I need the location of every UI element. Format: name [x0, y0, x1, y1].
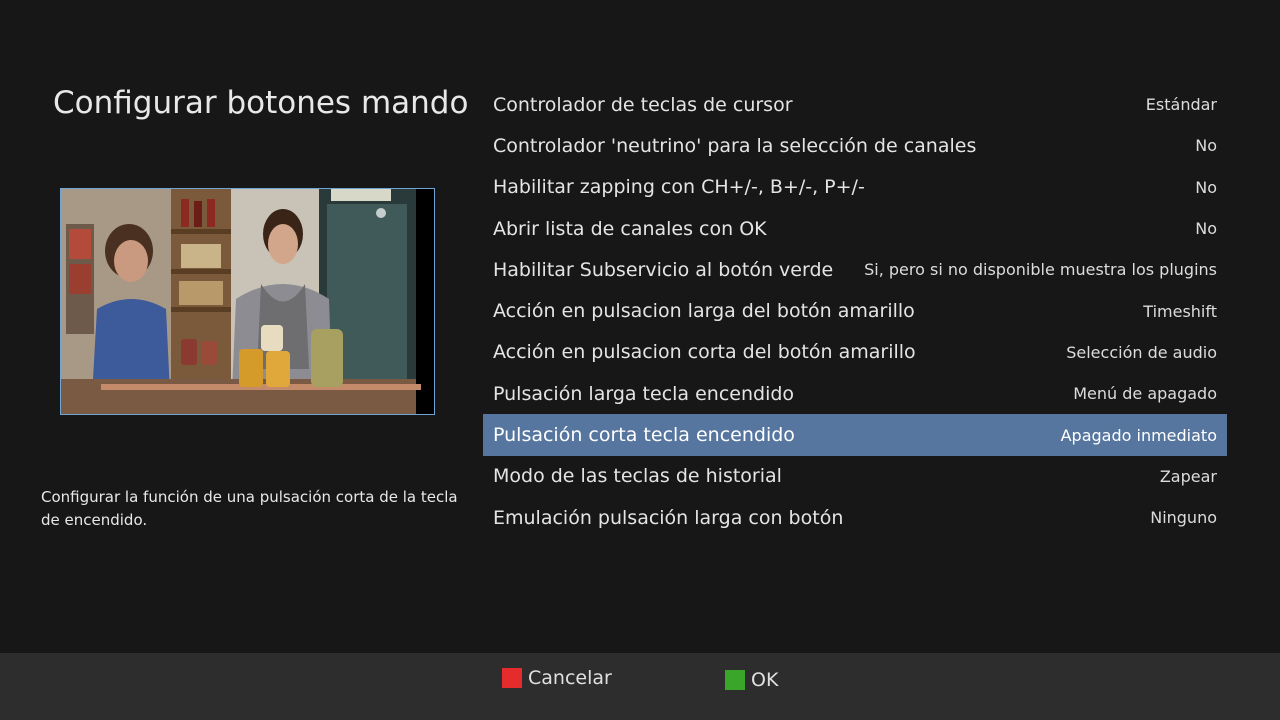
menu-item-channel-list-ok[interactable]: Abrir lista de canales con OK No [483, 208, 1227, 249]
red-key-icon [502, 668, 522, 688]
menu-item-neutrino-channel-selection[interactable]: Controlador 'neutrino' para la selección… [483, 125, 1227, 166]
menu-item-label: Controlador de teclas de cursor [493, 93, 793, 116]
tv-preview [60, 188, 435, 415]
cancel-button-label: Cancelar [528, 667, 612, 689]
menu-item-label: Emulación pulsación larga con botón [493, 506, 844, 529]
menu-item-green-subservice[interactable]: Habilitar Subservicio al botón verde Si,… [483, 249, 1227, 290]
menu-item-cursor-keys[interactable]: Controlador de teclas de cursor Estándar [483, 84, 1227, 125]
menu-item-label: Acción en pulsacion corta del botón amar… [493, 341, 916, 364]
menu-item-label: Pulsación larga tecla encendido [493, 382, 795, 405]
menu-item-value: No [1195, 219, 1217, 239]
tv-preview-image [61, 189, 434, 414]
menu-item-history-keys-mode[interactable]: Modo de las teclas de historial Zapear [483, 456, 1227, 497]
ok-button-label: OK [751, 669, 779, 691]
menu-item-label: Abrir lista de canales con OK [493, 217, 767, 240]
menu-item-value: No [1195, 136, 1217, 156]
menu-item-value: Zapear [1159, 466, 1217, 486]
menu-item-value: Menú de apagado [1073, 384, 1217, 404]
cancel-button[interactable]: Cancelar [502, 666, 612, 690]
settings-screen: Configurar botones mando Configurar la f… [0, 0, 1280, 720]
menu-item-value: No [1195, 177, 1217, 197]
menu-item-label: Modo de las teclas de historial [493, 465, 782, 488]
menu-item-long-press-emulation[interactable]: Emulación pulsación larga con botón Ning… [483, 497, 1227, 538]
menu-item-value: Ninguno [1150, 508, 1217, 528]
menu-item-yellow-short-press[interactable]: Acción en pulsacion corta del botón amar… [483, 332, 1227, 373]
page-title: Configurar botones mando [53, 85, 469, 121]
ok-button[interactable]: OK [725, 668, 778, 692]
menu-item-label: Controlador 'neutrino' para la selección… [493, 134, 977, 157]
green-key-icon [725, 670, 745, 690]
menu-item-value: Apagado inmediato [1060, 425, 1217, 445]
button-bar: Cancelar OK [0, 653, 1280, 720]
menu-item-value: Estándar [1145, 95, 1217, 115]
menu-item-value: Timeshift [1143, 301, 1217, 321]
menu-item-label: Habilitar zapping con CH+/-, B+/-, P+/- [493, 176, 865, 199]
settings-menu: Controlador de teclas de cursor Estándar… [483, 84, 1227, 538]
help-text: Configurar la función de una pulsación c… [41, 488, 458, 529]
menu-item-yellow-long-press[interactable]: Acción en pulsacion larga del botón amar… [483, 290, 1227, 331]
menu-item-power-long-press[interactable]: Pulsación larga tecla encendido Menú de … [483, 373, 1227, 414]
menu-item-zapping-buttons[interactable]: Habilitar zapping con CH+/-, B+/-, P+/- … [483, 167, 1227, 208]
menu-item-label: Pulsación corta tecla encendido [493, 424, 795, 447]
menu-item-label: Acción en pulsacion larga del botón amar… [493, 300, 915, 323]
menu-item-power-short-press[interactable]: Pulsación corta tecla encendido Apagado … [483, 414, 1227, 456]
menu-item-value: Selección de audio [1066, 342, 1217, 362]
menu-item-value: Si, pero si no disponible muestra los pl… [864, 260, 1217, 280]
menu-item-label: Habilitar Subservicio al botón verde [493, 258, 834, 281]
